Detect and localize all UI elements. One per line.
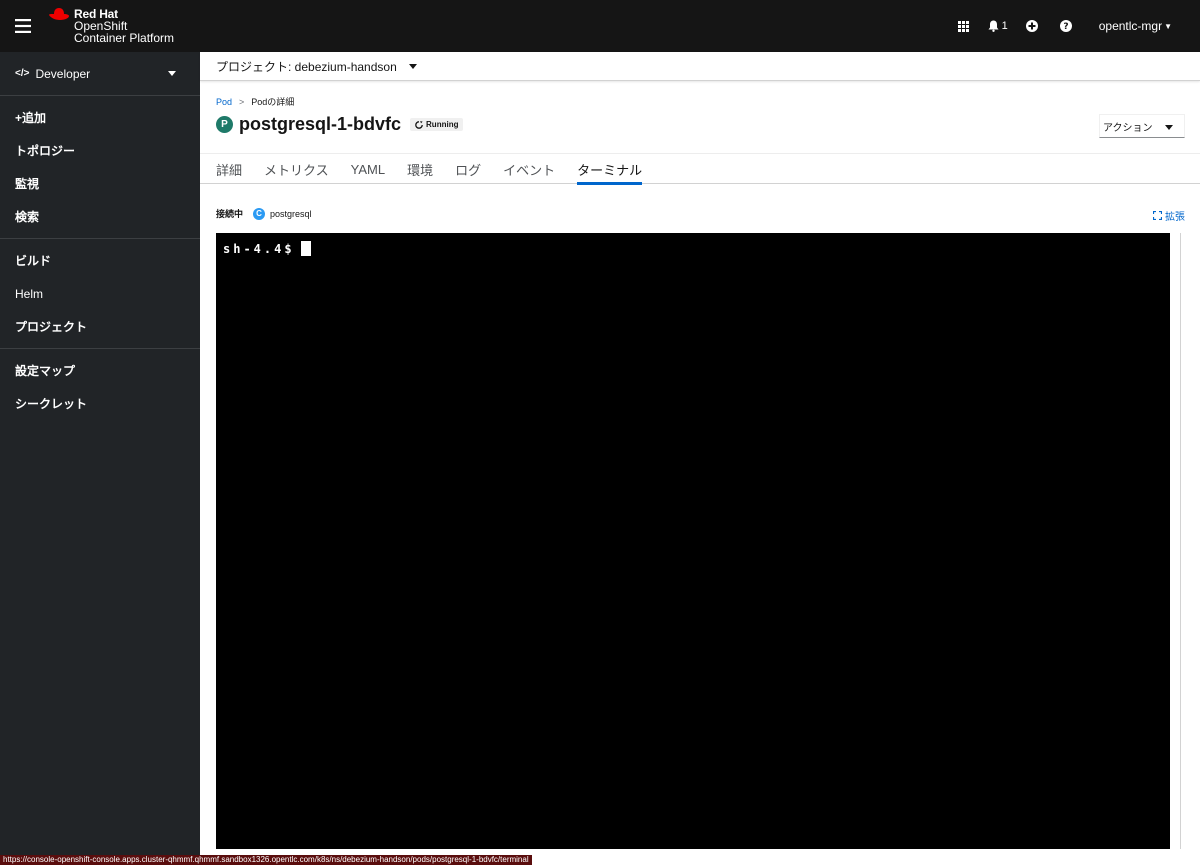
sidebar-item-add[interactable]: +追加 bbox=[0, 101, 200, 134]
user-name: opentlc-mgr bbox=[1098, 19, 1163, 33]
tab-bar: 詳細 メトリクス YAML 環境 ログ イベント ターミナル bbox=[200, 153, 1200, 185]
actions-label: アクション bbox=[1103, 122, 1153, 134]
question-circle-icon: ? bbox=[1059, 20, 1072, 32]
bell-icon bbox=[988, 20, 999, 32]
sidebar-item-topology[interactable]: トポロジー bbox=[0, 134, 200, 167]
terminal-prompt: sh-4.4$ bbox=[223, 241, 311, 256]
masthead: Red Hat OpenShift Container Platform 1 ?… bbox=[0, 0, 1200, 52]
terminal-console[interactable]: sh-4.4$ bbox=[216, 233, 1170, 849]
page-title-row: P postgresql-1-bdvfc Running bbox=[216, 114, 464, 135]
breadcrumb-separator: > bbox=[239, 96, 245, 107]
tab-details[interactable]: 詳細 bbox=[216, 154, 253, 184]
expand-label: 拡張 bbox=[1165, 212, 1185, 223]
pod-badge: P bbox=[216, 116, 233, 133]
code-icon: </> bbox=[15, 68, 30, 79]
hamburger-menu-button[interactable] bbox=[0, 0, 46, 52]
sidebar-item-builds[interactable]: ビルド bbox=[0, 244, 200, 277]
status-text: Running bbox=[426, 120, 459, 129]
tab-terminal[interactable]: ターミナル bbox=[566, 154, 653, 185]
user-menu[interactable]: opentlc-mgr ▼ bbox=[1099, 19, 1172, 33]
quick-create-button[interactable] bbox=[1015, 0, 1049, 52]
nav-group: +追加 トポロジー 監視 検索 bbox=[0, 96, 200, 239]
caret-down-icon bbox=[1165, 125, 1173, 130]
sidebar-item-project[interactable]: プロジェクト bbox=[0, 310, 200, 343]
notifications-button[interactable]: 1 bbox=[981, 0, 1015, 52]
help-button[interactable]: ? bbox=[1049, 0, 1083, 52]
tab-environment[interactable]: 環境 bbox=[396, 154, 444, 184]
scrollbar[interactable] bbox=[1180, 233, 1181, 849]
breadcrumb-current: Podの詳細 bbox=[251, 97, 295, 107]
caret-down-icon bbox=[408, 63, 417, 69]
sidebar-item-config-maps[interactable]: 設定マップ bbox=[0, 354, 200, 387]
perspective-label: Developer bbox=[35, 66, 91, 81]
notification-count: 1 bbox=[1001, 20, 1008, 32]
sidebar-item-secrets[interactable]: シークレット bbox=[0, 387, 200, 420]
breadcrumb-pod-link[interactable]: Pod bbox=[216, 97, 232, 107]
actions-dropdown[interactable]: アクション bbox=[1099, 114, 1185, 138]
grid-icon bbox=[958, 20, 970, 32]
sidebar-item-search[interactable]: 検索 bbox=[0, 200, 200, 233]
main-content: プロジェクト: debezium-handson Pod > Podの詳細 P … bbox=[200, 52, 1200, 865]
sidebar-item-helm[interactable]: Helm bbox=[0, 277, 200, 310]
connection-label: 接続中 bbox=[216, 209, 244, 219]
sidebar: </> Developer +追加 トポロジー 監視 検索 ビルド Helm プ… bbox=[0, 52, 200, 865]
expand-icon bbox=[1153, 211, 1162, 220]
project-selector[interactable]: プロジェクト: debezium-handson bbox=[200, 52, 1200, 81]
sidebar-item-monitoring[interactable]: 監視 bbox=[0, 167, 200, 200]
terminal-cursor bbox=[300, 241, 311, 256]
page-title: postgresql-1-bdvfc bbox=[239, 114, 402, 134]
caret-down-icon bbox=[168, 71, 176, 76]
hamburger-icon bbox=[15, 19, 31, 33]
app-launcher-button[interactable] bbox=[947, 0, 981, 52]
caret-down-icon: ▼ bbox=[1164, 21, 1172, 31]
nav-group: ビルド Helm プロジェクト bbox=[0, 239, 200, 349]
tab-logs[interactable]: ログ bbox=[444, 154, 492, 184]
status-bar-url: https://console-openshift-console.apps.c… bbox=[0, 855, 532, 865]
plus-circle-icon bbox=[1025, 20, 1038, 32]
perspective-switcher[interactable]: </> Developer bbox=[0, 52, 200, 96]
connection-info: 接続中 C postgresql bbox=[216, 207, 312, 220]
red-hat-icon bbox=[49, 8, 69, 20]
tab-events[interactable]: イベント bbox=[492, 154, 566, 184]
brand-line3: Container Platform bbox=[74, 31, 175, 45]
container-name[interactable]: postgresql bbox=[270, 209, 312, 219]
tab-yaml[interactable]: YAML bbox=[340, 154, 396, 184]
nav-group: 設定マップ シークレット bbox=[0, 349, 200, 425]
breadcrumb: Pod > Podの詳細 bbox=[216, 95, 294, 108]
sync-icon bbox=[415, 120, 423, 129]
prompt-text: sh-4.4$ bbox=[223, 241, 295, 256]
tab-metrics[interactable]: メトリクス bbox=[253, 154, 340, 184]
expand-button[interactable]: 拡張 bbox=[1153, 208, 1185, 223]
svg-text:?: ? bbox=[1063, 22, 1068, 32]
status-badge: Running bbox=[410, 118, 464, 131]
container-badge: C bbox=[253, 207, 266, 220]
project-label: プロジェクト: debezium-handson bbox=[216, 59, 397, 74]
brand-logo[interactable]: Red Hat OpenShift Container Platform bbox=[48, 8, 174, 44]
